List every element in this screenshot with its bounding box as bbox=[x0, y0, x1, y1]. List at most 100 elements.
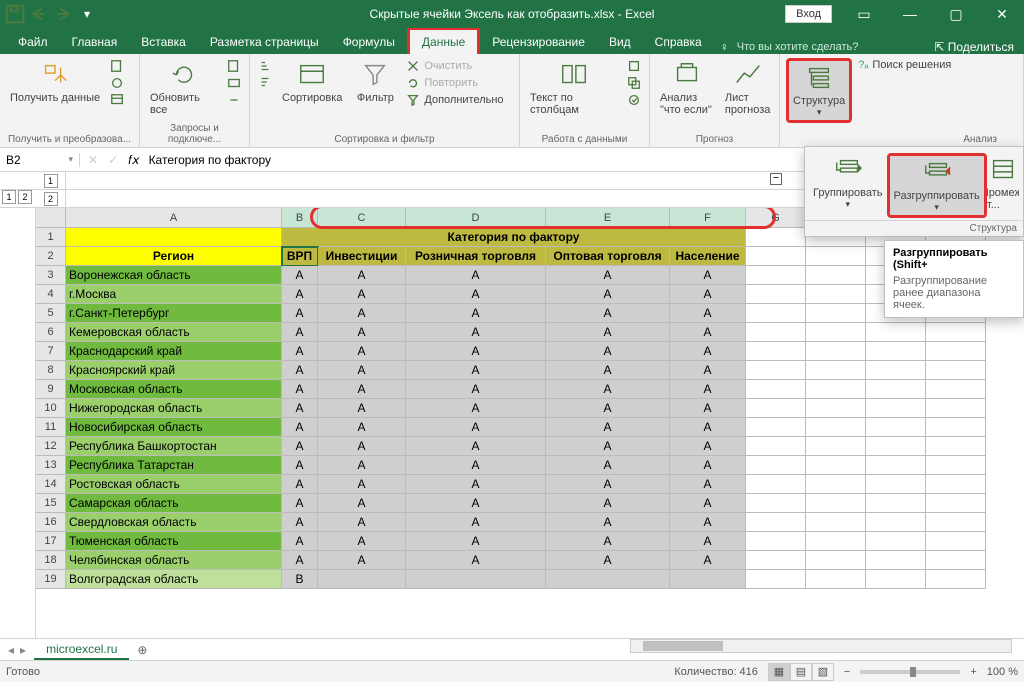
cell[interactable] bbox=[746, 475, 806, 494]
cell[interactable]: A bbox=[670, 266, 746, 285]
cell[interactable]: A bbox=[546, 456, 670, 475]
cell[interactable] bbox=[806, 570, 866, 589]
solver-button[interactable]: ?ₐ Поиск решения bbox=[856, 58, 953, 72]
cell[interactable]: A bbox=[282, 475, 318, 494]
cell[interactable]: Розничная торговля bbox=[406, 247, 546, 266]
cell[interactable]: A bbox=[670, 323, 746, 342]
cell[interactable] bbox=[806, 266, 866, 285]
row-header[interactable]: 8 bbox=[36, 361, 66, 380]
cell[interactable] bbox=[746, 342, 806, 361]
cell[interactable]: A bbox=[282, 399, 318, 418]
cell[interactable] bbox=[746, 456, 806, 475]
row-header[interactable]: 13 bbox=[36, 456, 66, 475]
cell[interactable]: A bbox=[318, 475, 406, 494]
cell[interactable]: A bbox=[546, 532, 670, 551]
sheet-nav-prev-icon[interactable]: ◂ bbox=[8, 643, 14, 657]
cell[interactable]: г.Москва bbox=[66, 285, 282, 304]
cell[interactable]: A bbox=[318, 532, 406, 551]
col-header-d[interactable]: D bbox=[406, 208, 546, 228]
cell[interactable] bbox=[806, 247, 866, 266]
cell[interactable]: A bbox=[318, 494, 406, 513]
properties-button[interactable] bbox=[225, 75, 243, 91]
col-header-a[interactable]: A bbox=[66, 208, 282, 228]
outline-collapse-button[interactable]: − bbox=[770, 173, 782, 185]
cell[interactable]: A bbox=[670, 513, 746, 532]
row-header[interactable]: 18 bbox=[36, 551, 66, 570]
cell[interactable] bbox=[866, 342, 926, 361]
structure-button[interactable]: Структура ▾ bbox=[786, 58, 852, 123]
row-header[interactable]: 14 bbox=[36, 475, 66, 494]
cell[interactable]: A bbox=[282, 551, 318, 570]
data-validation-button[interactable] bbox=[625, 92, 643, 108]
reapply-filter-button[interactable]: Повторить bbox=[404, 75, 505, 91]
cell[interactable] bbox=[806, 456, 866, 475]
col-header-f[interactable]: F bbox=[670, 208, 746, 228]
cell[interactable]: A bbox=[546, 380, 670, 399]
ribbon-options-icon[interactable]: ▭ bbox=[842, 0, 886, 28]
name-box[interactable]: B2▾ bbox=[0, 153, 80, 167]
remove-dup-button[interactable] bbox=[625, 75, 643, 91]
cell[interactable]: A bbox=[546, 323, 670, 342]
refresh-all-button[interactable]: Обновить все bbox=[146, 58, 221, 118]
cell[interactable] bbox=[746, 494, 806, 513]
tab-page-layout[interactable]: Разметка страницы bbox=[198, 30, 331, 54]
cell[interactable] bbox=[866, 551, 926, 570]
sort-za-button[interactable] bbox=[256, 74, 274, 90]
cell[interactable]: A bbox=[546, 437, 670, 456]
cell[interactable] bbox=[746, 323, 806, 342]
cell[interactable] bbox=[746, 266, 806, 285]
cell[interactable] bbox=[866, 361, 926, 380]
cell[interactable] bbox=[926, 380, 986, 399]
cell[interactable] bbox=[806, 323, 866, 342]
cell[interactable]: Регион bbox=[66, 247, 282, 266]
subtotal-button[interactable]: Промеж. ит... bbox=[987, 153, 1019, 218]
tab-formulas[interactable]: Формулы bbox=[331, 30, 407, 54]
fx-icon[interactable]: fⅹ bbox=[124, 153, 142, 167]
cell[interactable]: A bbox=[546, 551, 670, 570]
cell[interactable] bbox=[866, 437, 926, 456]
cell[interactable] bbox=[746, 285, 806, 304]
cell[interactable]: A bbox=[546, 494, 670, 513]
cell[interactable]: A bbox=[318, 361, 406, 380]
cell[interactable]: A bbox=[282, 361, 318, 380]
cell[interactable]: Красноярский край bbox=[66, 361, 282, 380]
cell[interactable]: A bbox=[670, 285, 746, 304]
cell[interactable] bbox=[806, 551, 866, 570]
ungroup-button[interactable]: Разгруппировать▾ bbox=[887, 153, 987, 218]
cell[interactable] bbox=[746, 551, 806, 570]
cell[interactable] bbox=[866, 494, 926, 513]
cell[interactable] bbox=[746, 304, 806, 323]
cell[interactable]: Ростовская область bbox=[66, 475, 282, 494]
cell[interactable] bbox=[746, 570, 806, 589]
cell[interactable]: A bbox=[282, 418, 318, 437]
cell[interactable]: A bbox=[670, 437, 746, 456]
cell[interactable]: Нижегородская область bbox=[66, 399, 282, 418]
from-text-button[interactable] bbox=[108, 58, 126, 74]
cell[interactable]: A bbox=[318, 513, 406, 532]
maximize-icon[interactable]: ▢ bbox=[934, 0, 978, 28]
cell[interactable] bbox=[866, 456, 926, 475]
cell[interactable]: A bbox=[546, 399, 670, 418]
minimize-icon[interactable]: — bbox=[888, 0, 932, 28]
row-header[interactable]: 6 bbox=[36, 323, 66, 342]
cell[interactable]: A bbox=[546, 266, 670, 285]
text-to-columns-button[interactable]: Текст по столбцам bbox=[526, 58, 621, 118]
cell[interactable]: A bbox=[406, 361, 546, 380]
row-header[interactable]: 10 bbox=[36, 399, 66, 418]
flash-fill-button[interactable] bbox=[625, 58, 643, 74]
share-button[interactable]: ⇱ Поделиться bbox=[934, 40, 1014, 54]
filter-button[interactable]: Фильтр bbox=[350, 58, 400, 106]
view-normal-button[interactable]: ▦ bbox=[768, 663, 790, 681]
cell[interactable]: A bbox=[546, 361, 670, 380]
select-all-corner[interactable] bbox=[36, 208, 66, 228]
cell[interactable] bbox=[926, 475, 986, 494]
cell[interactable]: A bbox=[670, 361, 746, 380]
tab-data[interactable]: Данные bbox=[407, 27, 480, 54]
cell[interactable]: A bbox=[318, 456, 406, 475]
col-header-c[interactable]: C bbox=[318, 208, 406, 228]
what-if-button[interactable]: Анализ "что если" bbox=[656, 58, 718, 118]
cell[interactable]: A bbox=[546, 418, 670, 437]
cell[interactable] bbox=[806, 361, 866, 380]
cell[interactable]: A bbox=[318, 399, 406, 418]
cell[interactable]: A bbox=[546, 342, 670, 361]
